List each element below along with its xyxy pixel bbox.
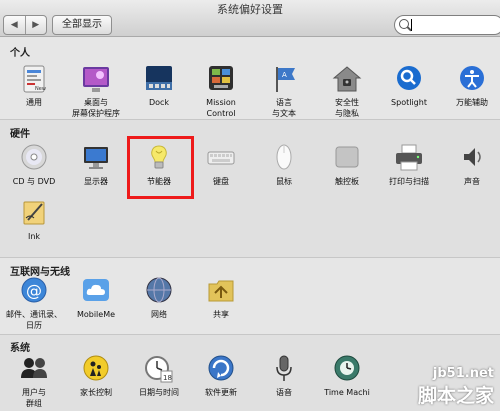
watermark-brand: 脚本之家 — [417, 385, 494, 407]
pref-software-update[interactable]: 软件更新 — [189, 354, 253, 398]
disc-icon — [18, 143, 50, 173]
cloud-icon — [80, 276, 112, 306]
forward-button[interactable]: ▶ — [24, 16, 47, 34]
pref-language-text[interactable]: A 语言 与文本 — [252, 64, 316, 119]
svg-text:@: @ — [26, 281, 42, 300]
watermark-url: jb51.net — [432, 366, 494, 381]
display-icon — [80, 143, 112, 173]
pref-label: 触控板 — [335, 177, 359, 186]
pref-time-machine[interactable]: Time Machi — [315, 354, 379, 398]
pref-sharing[interactable]: 共享 — [189, 276, 253, 320]
pref-label: 显示器 — [84, 177, 108, 186]
back-button[interactable]: ◀ — [4, 16, 25, 34]
pref-label: Dock — [148, 98, 170, 107]
general-icon: New — [18, 64, 50, 94]
pref-label: 日期与时间 — [139, 388, 179, 397]
desktop-icon — [80, 64, 112, 94]
pref-users-groups[interactable]: 用户与 群组 — [2, 354, 66, 409]
speaker-icon — [456, 143, 488, 173]
pref-label: Time Machi — [324, 388, 370, 397]
pref-label: 邮件、通讯录、 日历 — [6, 310, 62, 330]
ink-icon — [18, 198, 50, 228]
house-lock-icon — [331, 64, 363, 94]
pref-label: 鼠标 — [276, 177, 292, 186]
pref-label: MobileMe — [76, 310, 116, 319]
keyboard-icon — [205, 143, 237, 173]
flag-icon: A — [268, 64, 300, 94]
pref-label: Spotlight — [391, 98, 427, 107]
pref-trackpad[interactable]: 触控板 — [315, 143, 379, 187]
pref-label: 家长控制 — [80, 388, 112, 397]
pref-label: Mission Control — [206, 98, 236, 118]
pref-mobileme[interactable]: MobileMe — [64, 276, 128, 320]
section-title-hardware: 硬件 — [10, 129, 30, 140]
pref-accessibility[interactable]: 万能辅助 — [440, 64, 500, 108]
pref-label: 通用 — [26, 98, 42, 107]
pref-print-scan[interactable]: 打印与扫描 — [377, 143, 441, 187]
pref-mouse[interactable]: 鼠标 — [252, 143, 316, 187]
nav-buttons: ◀ ▶ — [3, 15, 47, 35]
window-titlebar: 系统偏好设置 ◀ ▶ 全部显示 — [0, 0, 500, 37]
pref-dock[interactable]: Dock — [127, 64, 191, 108]
pref-security-privacy[interactable]: 安全性 与隐私 — [315, 64, 379, 119]
printer-icon — [393, 143, 425, 173]
software-update-icon — [205, 354, 237, 384]
pref-label: 用户与 群组 — [22, 388, 46, 408]
pref-label: 万能辅助 — [456, 98, 488, 107]
highlight-box — [127, 136, 194, 199]
pref-label: 共享 — [213, 310, 229, 319]
accessibility-icon — [456, 64, 488, 94]
clock-calendar-icon: 18 — [143, 354, 175, 384]
pref-displays[interactable]: 显示器 — [64, 143, 128, 187]
svg-text:18: 18 — [163, 374, 172, 382]
svg-text:A: A — [282, 71, 287, 79]
at-sign-icon: @ — [18, 276, 50, 306]
pref-label: 软件更新 — [205, 388, 237, 397]
users-icon — [18, 354, 50, 384]
pref-label: 安全性 与隐私 — [335, 98, 359, 118]
mission-control-icon — [205, 64, 237, 94]
mouse-icon — [268, 143, 300, 173]
section-title-system: 系统 — [10, 343, 30, 354]
pref-label: 网络 — [151, 310, 167, 319]
pref-mission-control[interactable]: Mission Control — [189, 64, 253, 119]
pref-speech[interactable]: 语音 — [252, 354, 316, 398]
sharing-folder-icon — [205, 276, 237, 306]
section-title-personal: 个人 — [10, 48, 30, 59]
pref-label: Ink — [27, 232, 41, 241]
pref-spotlight[interactable]: Spotlight — [377, 64, 441, 108]
microphone-icon — [268, 354, 300, 384]
pref-cd-dvd[interactable]: CD 与 DVD — [2, 143, 66, 187]
pref-label: 键盘 — [213, 177, 229, 186]
pref-label: 语言 与文本 — [272, 98, 296, 118]
watermark: jb51.net 脚本之家 — [418, 366, 494, 408]
search-input[interactable] — [394, 15, 500, 35]
pref-label: 声音 — [464, 177, 480, 186]
search-icon — [399, 19, 409, 29]
show-all-button[interactable]: 全部显示 — [52, 15, 112, 35]
pref-desktop-screensaver[interactable]: 桌面与 屏幕保护程序 — [64, 64, 128, 119]
pref-label: CD 与 DVD — [12, 177, 56, 186]
pref-network[interactable]: 网络 — [127, 276, 191, 320]
pref-keyboard[interactable]: 键盘 — [189, 143, 253, 187]
pref-ink[interactable]: Ink — [2, 198, 66, 242]
globe-icon — [143, 276, 175, 306]
dock-icon — [143, 64, 175, 94]
pref-label: 打印与扫描 — [389, 177, 429, 186]
time-machine-icon — [331, 354, 363, 384]
svg-text:New: New — [35, 86, 46, 92]
pref-label: 语音 — [276, 388, 292, 397]
trackpad-icon — [331, 143, 363, 173]
pref-label: 桌面与 屏幕保护程序 — [72, 98, 120, 118]
pref-parental-controls[interactable]: 家长控制 — [64, 354, 128, 398]
pref-general[interactable]: New 通用 — [2, 64, 66, 108]
section-hardware: 硬件 — [0, 120, 500, 258]
spotlight-icon — [393, 64, 425, 94]
parental-controls-icon — [80, 354, 112, 384]
text-caret — [411, 19, 412, 31]
pref-sound[interactable]: 声音 — [440, 143, 500, 187]
pref-date-time[interactable]: 18 日期与时间 — [127, 354, 191, 398]
pref-mail-contacts-calendars[interactable]: @ 邮件、通讯录、 日历 — [2, 276, 66, 331]
